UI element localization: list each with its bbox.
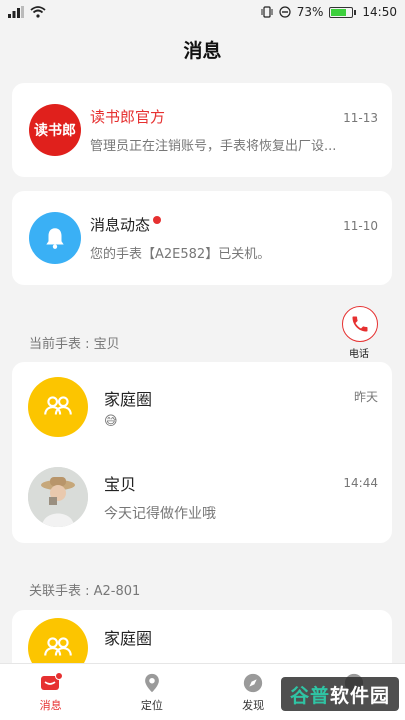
watermark-logo: 谷普 软件园 bbox=[281, 677, 399, 711]
tab-label: 发现 bbox=[242, 699, 265, 712]
location-icon bbox=[145, 673, 159, 693]
chat-row-baby[interactable]: 宝贝 今天记得做作业哦 14:44 bbox=[12, 452, 392, 542]
dnd-icon bbox=[279, 6, 291, 18]
message-preview: 您的手表【A2E582】已关机。 bbox=[90, 247, 271, 262]
family-avatar bbox=[28, 377, 88, 437]
chat-title: 家庭圈 bbox=[104, 629, 153, 648]
battery-icon bbox=[329, 6, 357, 18]
message-preview: 管理员正在注销账号，手表将恢复出厂设... bbox=[90, 139, 337, 154]
watermark-part1: 谷普 bbox=[289, 684, 330, 707]
chat-title: 宝贝 bbox=[104, 475, 137, 494]
tab-location[interactable]: 定位 bbox=[101, 664, 202, 720]
message-time: 11-13 bbox=[343, 111, 378, 125]
tab-label: 定位 bbox=[140, 699, 163, 712]
wifi-icon bbox=[30, 6, 46, 18]
watermark-part2: 软件园 bbox=[330, 684, 391, 707]
bell-icon bbox=[46, 228, 64, 249]
chat-title: 家庭圈 bbox=[104, 389, 153, 409]
call-button[interactable] bbox=[342, 306, 378, 342]
message-icon bbox=[40, 672, 63, 690]
tab-label: 消息 bbox=[39, 699, 62, 712]
status-bar: 73% 14:50 bbox=[0, 0, 405, 24]
chat-row-family[interactable]: 家庭圈 😅 昨天 bbox=[12, 362, 392, 452]
phone-icon bbox=[352, 316, 368, 332]
chat-preview: 今天记得做作业哦 bbox=[104, 506, 216, 522]
child-photo-icon bbox=[28, 467, 88, 527]
chat-row-family-linked[interactable]: 家庭圈 bbox=[12, 610, 392, 670]
compass-icon bbox=[243, 673, 263, 693]
baby-avatar bbox=[28, 467, 88, 527]
chat-preview: 😅 bbox=[104, 413, 118, 429]
status-left bbox=[8, 6, 46, 18]
message-time: 11-10 bbox=[343, 219, 378, 233]
signal-icon bbox=[8, 6, 24, 18]
clock: 14:50 bbox=[362, 5, 397, 19]
chat-time: 14:44 bbox=[343, 476, 378, 490]
vibrate-icon bbox=[261, 6, 273, 18]
status-right: 73% 14:50 bbox=[261, 5, 397, 19]
family-group-icon bbox=[44, 396, 72, 415]
tab-messages[interactable]: 消息 bbox=[0, 664, 101, 720]
battery-percent: 73% bbox=[296, 5, 324, 19]
current-watch-label: 当前手表 : 宝贝 bbox=[29, 337, 120, 352]
official-avatar: 读书郎 bbox=[29, 104, 81, 156]
unread-dot bbox=[153, 215, 162, 224]
call-label: 电话 bbox=[349, 349, 369, 360]
message-title: 读书郎官方 bbox=[90, 108, 166, 126]
chat-time: 昨天 bbox=[353, 390, 378, 404]
linked-watch-label: 关联手表 : A2-801 bbox=[29, 584, 141, 599]
bell-avatar bbox=[29, 212, 81, 264]
message-title: 消息动态 bbox=[90, 216, 151, 234]
current-watch-card: 家庭圈 😅 昨天 宝贝 今天记得做作业哦 14:44 bbox=[12, 362, 392, 543]
family-group-icon bbox=[44, 636, 72, 656]
official-logo-text: 读书郎 bbox=[34, 123, 76, 139]
page-title: 消息 bbox=[183, 40, 222, 62]
message-card-notifications[interactable]: 消息动态 您的手表【A2E582】已关机。 11-10 bbox=[12, 191, 392, 285]
linked-watch-card: 家庭圈 bbox=[12, 610, 392, 670]
message-card-official[interactable]: 读书郎 读书郎官方 管理员正在注销账号，手表将恢复出厂设... 11-13 bbox=[12, 83, 392, 177]
